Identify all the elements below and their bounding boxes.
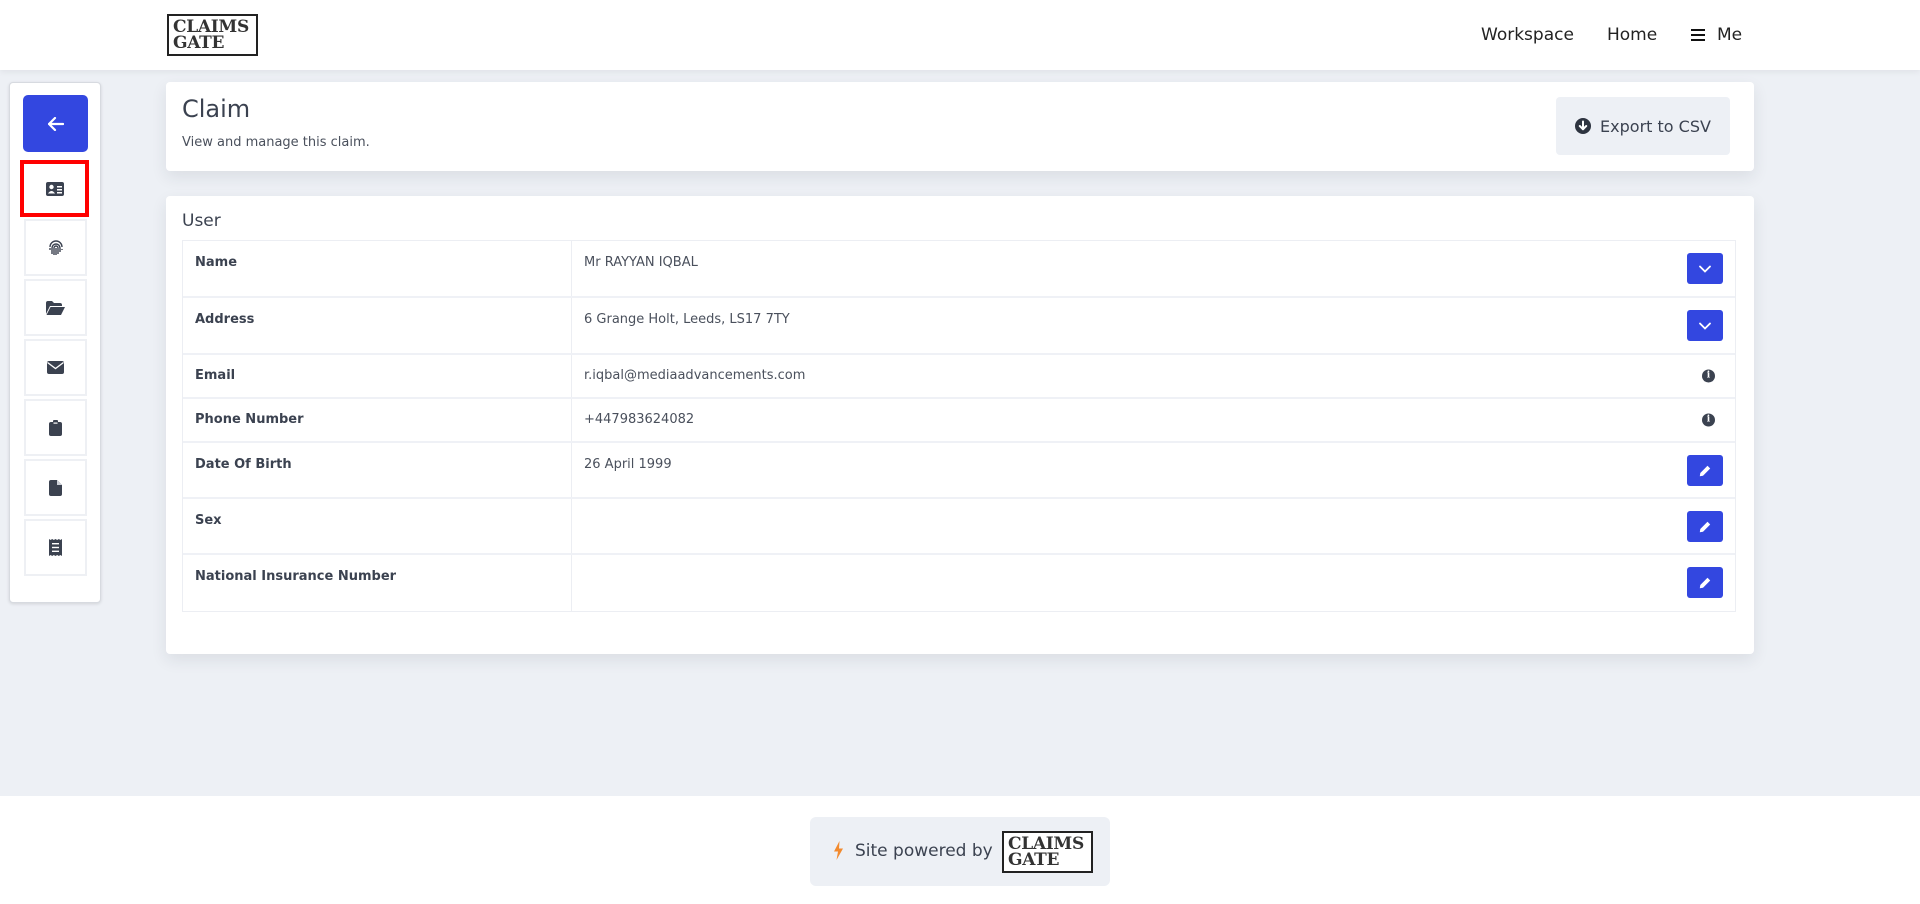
- nav-me-label: Me: [1717, 25, 1743, 45]
- sidebar-item-messages[interactable]: [24, 339, 87, 396]
- field-value: r.iqbal@mediaadvancements.com: [584, 368, 806, 383]
- lightning-bolt-icon: [834, 841, 843, 860]
- field-value: +447983624082: [584, 412, 695, 427]
- nav-workspace[interactable]: Workspace: [1481, 25, 1574, 45]
- section-title-user: User: [182, 211, 221, 231]
- info-icon[interactable]: i: [1702, 369, 1715, 383]
- nav-me-menu[interactable]: Me: [1691, 25, 1742, 45]
- sidebar-item-files[interactable]: [24, 459, 87, 516]
- user-details-table: Name Mr RAYYAN IQBAL Address 6 Grange Ho…: [182, 240, 1736, 612]
- export-csv-label: Export to CSV: [1600, 116, 1711, 136]
- arrow-left-icon: [47, 116, 64, 131]
- field-value: [572, 499, 1735, 553]
- clipboard-icon: [49, 419, 62, 436]
- envelope-icon: [47, 361, 64, 374]
- chevron-down-icon: [1699, 322, 1711, 330]
- pencil-icon: [1699, 465, 1711, 476]
- pencil-icon: [1699, 521, 1711, 532]
- sidebar: [9, 82, 101, 603]
- folder-open-icon: [46, 300, 65, 315]
- claimsgate-logo[interactable]: CLAIMS GATE: [167, 14, 258, 56]
- field-label: Sex: [183, 499, 572, 553]
- sidebar-item-user-details[interactable]: [20, 160, 89, 217]
- export-csv-button[interactable]: Export to CSV: [1556, 97, 1730, 155]
- table-row-national-insurance: National Insurance Number: [183, 555, 1735, 611]
- field-value: [572, 555, 1735, 611]
- user-details-card: User Name Mr RAYYAN IQBAL Address 6 Gran…: [166, 196, 1754, 654]
- hamburger-icon: [1691, 29, 1705, 41]
- logo-line-2: GATE: [173, 33, 225, 54]
- page-subtitle: View and manage this claim.: [182, 135, 370, 150]
- logo-line-2: GATE: [1008, 850, 1060, 871]
- id-card-icon: [45, 181, 64, 196]
- claimsgate-footer-logo: CLAIMS GATE: [1002, 831, 1093, 873]
- file-icon: [49, 479, 62, 496]
- chevron-down-icon: [1699, 265, 1711, 273]
- edit-national-insurance-button[interactable]: [1687, 567, 1723, 598]
- sidebar-item-documents[interactable]: [24, 279, 87, 336]
- expand-address-button[interactable]: [1687, 310, 1723, 341]
- sidebar-item-tasks[interactable]: [24, 399, 87, 456]
- table-row-email: Email r.iqbal@mediaadvancements.com i: [183, 355, 1735, 399]
- field-value: 26 April 1999: [584, 457, 672, 472]
- field-label: Name: [183, 241, 572, 296]
- table-row-address: Address 6 Grange Holt, Leeds, LS17 7TY: [183, 298, 1735, 355]
- edit-date-of-birth-button[interactable]: [1687, 455, 1723, 486]
- table-row-name: Name Mr RAYYAN IQBAL: [183, 241, 1735, 298]
- expand-name-button[interactable]: [1687, 253, 1723, 284]
- field-value: 6 Grange Holt, Leeds, LS17 7TY: [584, 312, 790, 327]
- field-label: National Insurance Number: [183, 555, 572, 611]
- pencil-icon: [1699, 577, 1711, 588]
- page-title: Claim: [182, 95, 251, 123]
- edit-sex-button[interactable]: [1687, 511, 1723, 542]
- claim-header-card: Claim View and manage this claim. Export…: [166, 82, 1754, 171]
- sidebar-item-identity[interactable]: [24, 219, 87, 276]
- nav-home[interactable]: Home: [1607, 25, 1657, 45]
- circle-arrow-down-icon: [1575, 118, 1592, 134]
- powered-by-text: Site powered by: [855, 841, 993, 861]
- table-row-sex: Sex: [183, 499, 1735, 555]
- field-label: Address: [183, 298, 572, 353]
- top-navbar: CLAIMS GATE Workspace Home Me: [0, 0, 1920, 70]
- field-label: Phone Number: [183, 399, 572, 441]
- powered-by-badge[interactable]: Site powered by CLAIMS GATE: [810, 817, 1110, 886]
- field-label: Date Of Birth: [183, 443, 572, 497]
- table-row-date-of-birth: Date Of Birth 26 April 1999: [183, 443, 1735, 499]
- info-icon[interactable]: i: [1702, 413, 1715, 427]
- back-button[interactable]: [23, 95, 88, 152]
- field-label: Email: [183, 355, 572, 397]
- table-row-phone: Phone Number +447983624082 i: [183, 399, 1735, 443]
- fingerprint-icon: [48, 239, 63, 255]
- sidebar-item-receipts[interactable]: [24, 519, 87, 576]
- field-value: Mr RAYYAN IQBAL: [584, 255, 698, 270]
- receipt-icon: [49, 539, 62, 556]
